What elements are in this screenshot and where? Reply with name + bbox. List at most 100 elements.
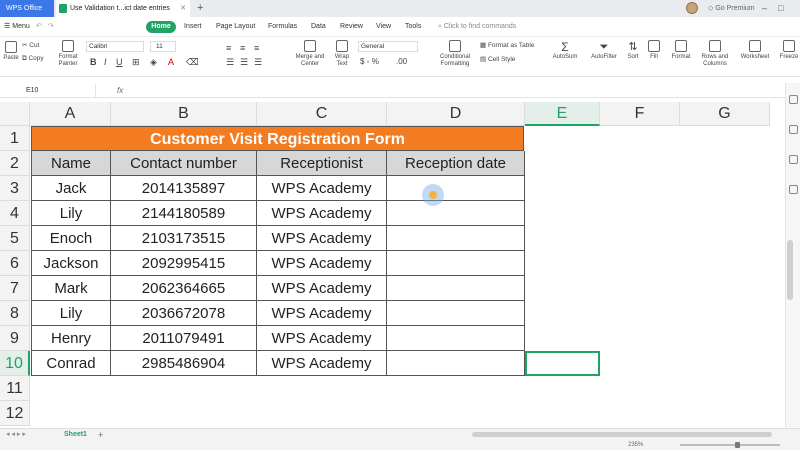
column-header-e[interactable]: E: [525, 102, 600, 126]
font-size-select[interactable]: 11: [150, 41, 176, 52]
tab-review[interactable]: Review: [340, 17, 363, 37]
document-tab[interactable]: Use Validation t...ict date entries ✕: [56, 0, 190, 17]
avatar[interactable]: [686, 2, 698, 14]
tab-home[interactable]: Home: [146, 21, 176, 33]
sort-button[interactable]: ⇅ Sort: [624, 40, 642, 61]
table-cell-receptionist[interactable]: WPS Academy: [257, 351, 387, 376]
table-cell-contact[interactable]: 2014135897: [111, 176, 257, 201]
column-header-f[interactable]: F: [600, 102, 680, 126]
paste-button[interactable]: Paste: [2, 41, 20, 62]
row-header-10[interactable]: 10: [0, 351, 30, 376]
align-left-icon[interactable]: ☰: [226, 57, 234, 68]
tab-formulas[interactable]: Formulas: [268, 17, 297, 37]
italic-button[interactable]: I: [104, 57, 107, 67]
go-premium-button[interactable]: ◇ Go Premium: [708, 0, 755, 17]
maximize-icon[interactable]: □: [778, 0, 783, 17]
autofilter-button[interactable]: ⏷ AutoFilter: [586, 40, 622, 61]
header-cell-receptionist[interactable]: Receptionist: [257, 151, 387, 176]
table-cell-date[interactable]: [387, 201, 525, 226]
cut-button[interactable]: ✂ Cut: [22, 41, 39, 49]
find-commands-input[interactable]: ⌕ Click to find commands: [438, 17, 516, 37]
table-cell-name[interactable]: Jackson: [31, 251, 111, 276]
property-icon[interactable]: [789, 95, 798, 104]
new-tab-button[interactable]: +: [197, 0, 203, 16]
table-cell-contact[interactable]: 2144180589: [111, 201, 257, 226]
select-all-corner[interactable]: [0, 102, 30, 126]
table-cell-receptionist[interactable]: WPS Academy: [257, 251, 387, 276]
row-header-11[interactable]: 11: [0, 376, 30, 401]
selected-cell[interactable]: [525, 351, 600, 376]
tab-data[interactable]: Data: [311, 17, 326, 37]
table-cell-contact[interactable]: 2103173515: [111, 226, 257, 251]
header-cell-name[interactable]: Name: [31, 151, 111, 176]
row-header-3[interactable]: 3: [0, 176, 30, 201]
conditional-formatting-button[interactable]: Conditional Formatting: [434, 40, 476, 68]
table-cell-name[interactable]: Mark: [31, 276, 111, 301]
row-header-2[interactable]: 2: [0, 151, 30, 176]
table-cell-date[interactable]: [387, 301, 525, 326]
table-cell-date[interactable]: [387, 326, 525, 351]
table-cell-receptionist[interactable]: WPS Academy: [257, 326, 387, 351]
tab-insert[interactable]: Insert: [184, 17, 202, 37]
horizontal-scrollbar[interactable]: [472, 432, 772, 437]
bold-button[interactable]: B: [90, 57, 97, 67]
row-header-4[interactable]: 4: [0, 201, 30, 226]
table-cell-contact[interactable]: 2092995415: [111, 251, 257, 276]
format-painter-button[interactable]: Format Painter: [54, 40, 82, 68]
table-cell-name[interactable]: Conrad: [31, 351, 111, 376]
table-cell-receptionist[interactable]: WPS Academy: [257, 176, 387, 201]
table-cell-date[interactable]: [387, 276, 525, 301]
decimal-format-icon[interactable]: .00: [396, 57, 407, 66]
merge-center-button[interactable]: Merge and Center: [290, 40, 330, 68]
app-tab[interactable]: WPS Office: [0, 0, 54, 17]
font-color-icon[interactable]: A: [168, 57, 174, 67]
table-cell-name[interactable]: Henry: [31, 326, 111, 351]
font-name-select[interactable]: Calibri: [86, 41, 144, 52]
table-cell-date[interactable]: [387, 351, 525, 376]
row-header-6[interactable]: 6: [0, 251, 30, 276]
format-as-table-button[interactable]: ▦ Format as Table: [480, 41, 534, 49]
align-center-icon[interactable]: ☰: [240, 57, 248, 68]
table-cell-contact[interactable]: 2062364665: [111, 276, 257, 301]
currency-format-icon[interactable]: $ ◦ %: [360, 57, 379, 66]
fill-color-icon[interactable]: ◈: [150, 57, 157, 68]
row-header-12[interactable]: 12: [0, 401, 30, 426]
align-right-icon[interactable]: ☰: [254, 57, 262, 68]
row-header-9[interactable]: 9: [0, 326, 30, 351]
table-cell-contact[interactable]: 2036672078: [111, 301, 257, 326]
header-cell-reception-date[interactable]: Reception date: [387, 151, 525, 176]
table-cell-date[interactable]: [387, 251, 525, 276]
history-icon[interactable]: [789, 155, 798, 164]
column-header-g[interactable]: G: [680, 102, 770, 126]
function-icon[interactable]: fx: [117, 83, 123, 98]
column-header-b[interactable]: B: [111, 102, 257, 126]
undo-icon[interactable]: ↶: [36, 17, 42, 37]
tab-tools[interactable]: Tools: [405, 17, 421, 37]
backup-icon[interactable]: [789, 185, 798, 194]
table-cell-date[interactable]: [387, 226, 525, 251]
table-cell-receptionist[interactable]: WPS Academy: [257, 226, 387, 251]
row-header-5[interactable]: 5: [0, 226, 30, 251]
row-header-1[interactable]: 1: [0, 126, 30, 151]
number-format-select[interactable]: General: [358, 41, 418, 52]
minimize-icon[interactable]: –: [762, 0, 767, 17]
table-cell-name[interactable]: Jack: [31, 176, 111, 201]
table-cell-receptionist[interactable]: WPS Academy: [257, 276, 387, 301]
zoom-slider-track[interactable]: [680, 444, 780, 446]
tab-view[interactable]: View: [376, 17, 391, 37]
tab-page-layout[interactable]: Page Layout: [216, 17, 255, 37]
autosum-button[interactable]: Σ AutoSum: [548, 40, 582, 61]
row-header-8[interactable]: 8: [0, 301, 30, 326]
table-cell-contact[interactable]: 2985486904: [111, 351, 257, 376]
freeze-button[interactable]: Freeze: [778, 40, 800, 61]
column-header-a[interactable]: A: [30, 102, 111, 126]
table-cell-receptionist[interactable]: WPS Academy: [257, 201, 387, 226]
rows-columns-button[interactable]: Rows and Columns: [698, 40, 732, 68]
menu-button[interactable]: ☰ Menu: [4, 17, 30, 37]
zoom-level[interactable]: 235%: [628, 440, 643, 450]
zoom-slider-handle[interactable]: [735, 442, 740, 448]
name-box[interactable]: E10: [0, 84, 96, 97]
column-header-c[interactable]: C: [257, 102, 387, 126]
align-top-icon[interactable]: ≡: [226, 43, 231, 53]
table-cell-contact[interactable]: 2011079491: [111, 326, 257, 351]
